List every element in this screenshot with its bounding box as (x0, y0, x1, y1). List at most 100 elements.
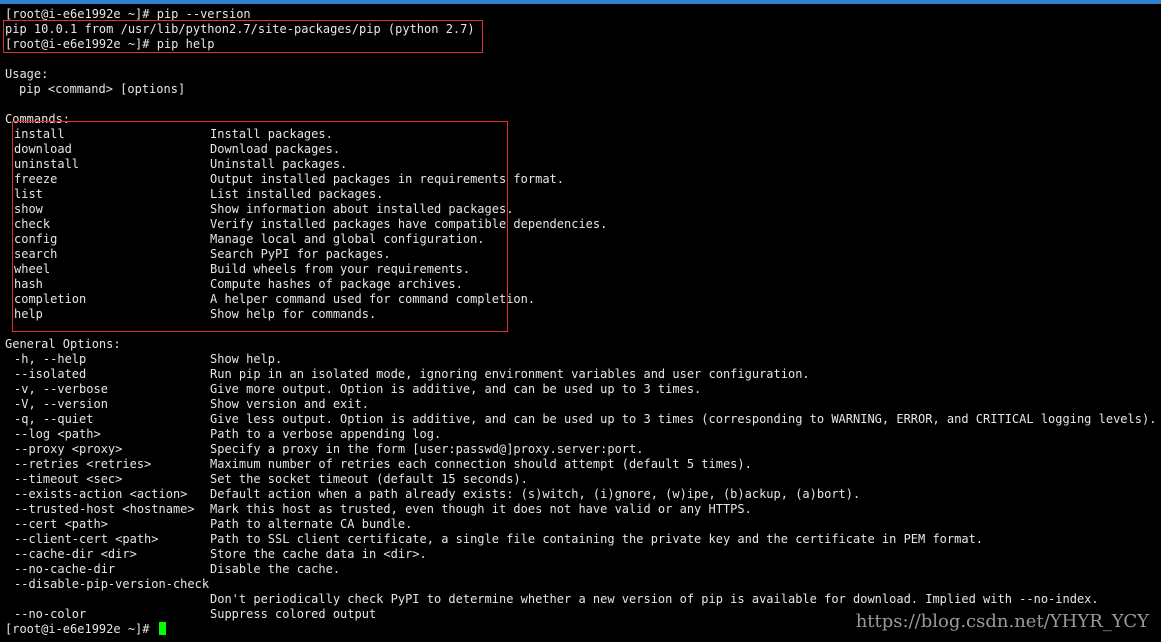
command-row-description: A helper command used for command comple… (210, 292, 536, 306)
option-row-description: Show version and exit. (210, 397, 369, 411)
command-row: show Show information about installed pac… (0, 202, 1161, 217)
window-accent-bar (0, 0, 1161, 4)
command-row: help Show help for commands. (0, 307, 1161, 322)
option-row-description: Default action when a path already exist… (210, 487, 861, 501)
option-row-name: --isolated (14, 367, 87, 381)
command-row-description: Install packages. (210, 127, 333, 141)
option-row-description: Run pip in an isolated mode, ignoring en… (210, 367, 810, 381)
option-row-name: --timeout <sec> (14, 472, 123, 486)
option-row-description: Suppress colored output (210, 607, 377, 621)
command-row-description: Verify installed packages have compatibl… (210, 217, 608, 231)
command-row: wheel Build wheels from your requirements… (0, 262, 1161, 277)
option-row: --timeout <sec> Set the socket timeout (d… (0, 472, 1161, 487)
command-row-name: search (14, 247, 58, 261)
command-row-name: freeze (14, 172, 58, 186)
command-row-description: Show help for commands. (210, 307, 377, 321)
option-row: --no-cache-dir Disable the cache. (0, 562, 1161, 577)
command-row-name: install (14, 127, 65, 141)
usage-heading: Usage: (5, 67, 49, 81)
command-row-name: uninstall (14, 157, 80, 171)
commands-heading: Commands: (5, 112, 71, 126)
option-row-name: --cache-dir <dir> (14, 547, 137, 561)
option-row-name: --proxy <proxy> (14, 442, 123, 456)
option-row: Don't periodically check PyPI to determi… (0, 592, 1161, 607)
command-row: completion A helper command used for comm… (0, 292, 1161, 307)
usage-text: pip <command> [options] (19, 82, 186, 96)
command-row-name: wheel (14, 262, 51, 276)
command-line-pip-help: [root@i-e6e1992e ~]# pip help (5, 37, 215, 51)
command-row-description: Show information about installed package… (210, 202, 514, 216)
command-row-description: Compute hashes of package archives. (210, 277, 463, 291)
command-row-description: Build wheels from your requirements. (210, 262, 471, 276)
option-row: --retries <retries> Maximum number of ret… (0, 457, 1161, 472)
option-row: --cert <path> Path to alternate CA bundle… (0, 517, 1161, 532)
command-line-pip-version: [root@i-e6e1992e ~]# pip --version (5, 7, 251, 21)
terminal-window[interactable]: [root@i-e6e1992e ~]# pip --version pip 1… (0, 0, 1161, 642)
option-row: --exists-action <action> Default action w… (0, 487, 1161, 502)
option-row-description: Don't periodically check PyPI to determi… (210, 592, 1099, 606)
option-row: --proxy <proxy> Specify a proxy in the fo… (0, 442, 1161, 457)
option-row-name: -V, --version (14, 397, 108, 411)
option-row-name: --disable-pip-version-check (14, 577, 210, 591)
version-output: pip 10.0.1 from /usr/lib/python2.7/site-… (5, 22, 475, 36)
option-row-description: Specify a proxy in the form [user:passwd… (210, 442, 644, 456)
option-row-description: Path to SSL client certificate, a single… (210, 532, 984, 546)
option-row-description: Store the cache data in <dir>. (210, 547, 427, 561)
command-row-description: Uninstall packages. (210, 157, 348, 171)
watermark: https://blog.csdn.net/YHYR_YCY (855, 611, 1149, 632)
command-row-name: show (14, 202, 43, 216)
command-row: list List installed packages. (0, 187, 1161, 202)
option-row: --log <path> Path to a verbose appending … (0, 427, 1161, 442)
option-row-description: Give less output. Option is additive, an… (210, 412, 1157, 426)
option-row-name: --client-cert <path> (14, 532, 159, 546)
command-row-description: Download packages. (210, 142, 341, 156)
option-row: -q, --quiet Give less output. Option is a… (0, 412, 1161, 427)
option-row: --client-cert <path> Path to SSL client c… (0, 532, 1161, 547)
option-row: --disable-pip-version-check (0, 577, 1161, 592)
option-row-description: Set the socket timeout (default 15 secon… (210, 472, 528, 486)
option-row-description: Path to alternate CA bundle. (210, 517, 413, 531)
command-row-description: List installed packages. (210, 187, 384, 201)
option-row-name: -v, --verbose (14, 382, 108, 396)
option-row: --isolated Run pip in an isolated mode, i… (0, 367, 1161, 382)
command-row-name: list (14, 187, 43, 201)
command-row: download Download packages. (0, 142, 1161, 157)
option-row: -V, --version Show version and exit. (0, 397, 1161, 412)
command-row: uninstall Uninstall packages. (0, 157, 1161, 172)
command-row: freeze Output installed packages in requi… (0, 172, 1161, 187)
option-row: -v, --verbose Give more output. Option is… (0, 382, 1161, 397)
command-row: hash Compute hashes of package archives. (0, 277, 1161, 292)
option-row-description: Show help. (210, 352, 283, 366)
option-row-name: --no-color (14, 607, 87, 621)
option-row: --trusted-host <hostname> Mark this host … (0, 502, 1161, 517)
option-row: -h, --help Show help. (0, 352, 1161, 367)
option-row-description: Give more output. Option is additive, an… (210, 382, 702, 396)
option-row-name: --no-cache-dir (14, 562, 116, 576)
options-heading: General Options: (5, 337, 121, 351)
option-row-name: -h, --help (14, 352, 87, 366)
option-row-description: Disable the cache. (210, 562, 341, 576)
option-row-name: --retries <retries> (14, 457, 152, 471)
command-row-name: download (14, 142, 72, 156)
command-row-name: help (14, 307, 43, 321)
command-row-name: completion (14, 292, 87, 306)
command-row-name: config (14, 232, 58, 246)
command-row-description: Output installed packages in requirement… (210, 172, 565, 186)
final-prompt-line[interactable]: [root@i-e6e1992e ~]# (5, 622, 166, 637)
option-row-name: --exists-action <action> (14, 487, 188, 501)
command-row-description: Search PyPI for packages. (210, 247, 391, 261)
option-row-name: --cert <path> (14, 517, 108, 531)
command-row: install Install packages. (0, 127, 1161, 142)
option-row-name: --log <path> (14, 427, 101, 441)
option-row-name: --trusted-host <hostname> (14, 502, 195, 516)
text-cursor (158, 622, 166, 635)
option-row-description: Path to a verbose appending log. (210, 427, 442, 441)
final-prompt: [root@i-e6e1992e ~]# (5, 622, 157, 636)
command-row-name: check (14, 217, 51, 231)
option-row-description: Mark this host as trusted, even though i… (210, 502, 752, 516)
command-row: search Search PyPI for packages. (0, 247, 1161, 262)
option-row-name: -q, --quiet (14, 412, 94, 426)
option-row-description: Maximum number of retries each connectio… (210, 457, 752, 471)
command-row: config Manage local and global configurat… (0, 232, 1161, 247)
command-row-name: hash (14, 277, 43, 291)
